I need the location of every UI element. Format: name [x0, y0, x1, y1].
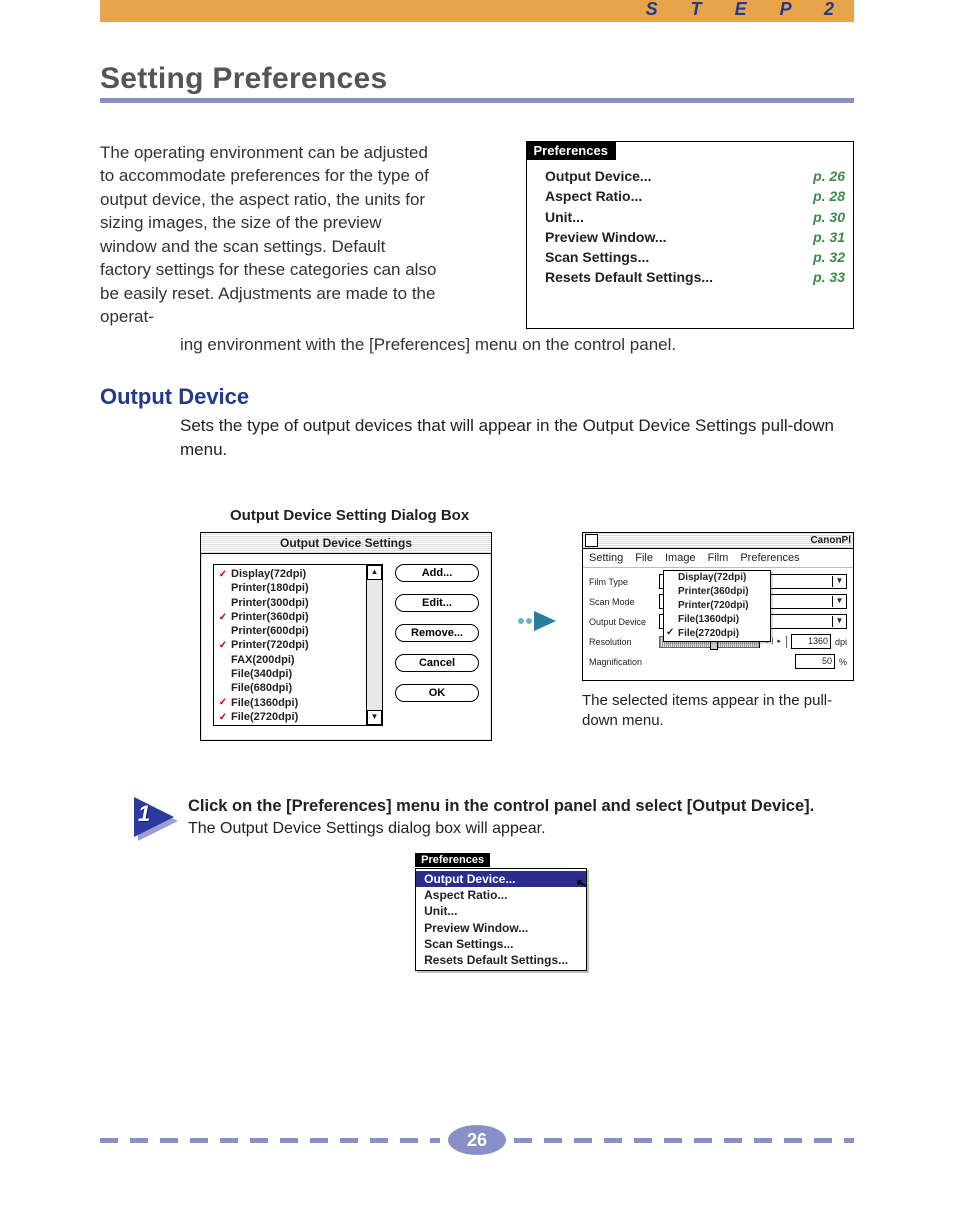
preferences-index-box: Preferences Output Device...p. 26Aspect … [526, 141, 854, 329]
device-list-item[interactable]: File(680dpi) [218, 681, 362, 695]
close-icon[interactable] [585, 534, 598, 547]
menu-item[interactable]: Film [708, 552, 729, 564]
output-device-heading: Output Device [100, 384, 854, 410]
device-list-item[interactable]: Printer(600dpi) [218, 624, 362, 638]
preferences-index-tab: Preferences [526, 141, 616, 160]
intro-paragraph-cont: ing environment with the [Preferences] m… [180, 333, 854, 356]
cancel-button[interactable]: Cancel [395, 654, 479, 672]
device-list-item[interactable]: File(340dpi) [218, 667, 362, 681]
remove-button[interactable]: Remove... [395, 624, 479, 642]
pref-index-item[interactable]: Preview Window...p. 31 [545, 227, 845, 247]
footer-dashes [100, 1138, 440, 1143]
dropdown-option[interactable]: File(2720dpi) [664, 627, 770, 641]
scan-mode-label: Scan Mode [589, 597, 655, 607]
chevron-down-icon: ▼ [832, 616, 846, 627]
preferences-menu-tab: Preferences [415, 853, 490, 867]
footer-dashes [514, 1138, 854, 1143]
magnification-label: Magnification [589, 657, 655, 667]
magnification-unit: % [839, 657, 847, 667]
scrollbar[interactable]: ▲ ▼ [366, 565, 382, 725]
device-list-item[interactable]: Printer(300dpi) [218, 596, 362, 610]
panel-caption: The selected items appear in the pull-do… [582, 691, 852, 732]
menu-item[interactable]: Preferences [740, 552, 799, 564]
step-number: 1 [138, 801, 150, 827]
device-list-item[interactable]: ✓Printer(720dpi) [218, 638, 362, 652]
pref-index-item[interactable]: Output Device...p. 26 [545, 166, 845, 186]
chevron-down-icon: ▼ [832, 576, 846, 587]
app-name: CanonPl [810, 535, 851, 546]
dialog-title: Output Device Settings [201, 533, 491, 554]
resolution-value[interactable]: 1360 [791, 634, 831, 649]
pref-index-item[interactable]: Aspect Ratio...p. 28 [545, 186, 845, 206]
intro-paragraph: The operating environment can be adjuste… [100, 141, 440, 329]
pref-index-item[interactable]: Resets Default Settings...p. 33 [545, 267, 845, 287]
menu-item[interactable]: Image [665, 552, 696, 564]
device-list-item[interactable]: ✓Display(72dpi) [218, 567, 362, 581]
device-list-item[interactable]: ✓File(1360dpi) [218, 696, 362, 710]
scroll-down-icon[interactable]: ▼ [367, 710, 382, 725]
footer: 26 [100, 1124, 854, 1156]
device-list-item[interactable]: Printer(180dpi) [218, 581, 362, 595]
output-device-para: Sets the type of output devices that wil… [180, 414, 854, 461]
page-number: 26 [448, 1125, 506, 1155]
pref-menu-item[interactable]: Unit... [416, 903, 586, 919]
pref-index-item[interactable]: Scan Settings...p. 32 [545, 247, 845, 267]
pref-menu-item[interactable]: Preview Window... [416, 920, 586, 936]
dropdown-option[interactable]: Display(72dpi) [664, 571, 770, 585]
device-listbox[interactable]: ✓Display(72dpi)Printer(180dpi)Printer(30… [213, 564, 383, 726]
device-list-item[interactable]: ✓File(2720dpi) [218, 710, 362, 724]
pref-index-item[interactable]: Unit...p. 30 [545, 207, 845, 227]
title-rule [100, 98, 854, 103]
add-button[interactable]: Add... [395, 564, 479, 582]
edit-button[interactable]: Edit... [395, 594, 479, 612]
dropdown-option[interactable]: Printer(360dpi) [664, 585, 770, 599]
ok-button[interactable]: OK [395, 684, 479, 702]
magnification-value[interactable]: 50 [795, 654, 835, 669]
menu-item[interactable]: File [635, 552, 653, 564]
resolution-unit: dpi [835, 637, 847, 647]
dropdown-option[interactable]: File(1360dpi) [664, 613, 770, 627]
resolution-label: Resolution [589, 637, 655, 647]
step-instruction: Click on the [Preferences] menu in the c… [188, 797, 814, 815]
dropdown-option[interactable]: Printer(720dpi) [664, 599, 770, 613]
header-bar: S T E P 2 [0, 0, 954, 22]
device-list-item[interactable]: ✓Printer(360dpi) [218, 610, 362, 624]
step-label: S T E P 2 [646, 0, 848, 20]
menu-item[interactable]: Setting [589, 552, 623, 564]
pref-menu-item[interactable]: Resets Default Settings... [416, 952, 586, 968]
pref-menu-item[interactable]: Output Device...↖ [416, 871, 586, 887]
scroll-up-icon[interactable]: ▲ [367, 565, 382, 580]
film-type-label: Film Type [589, 577, 655, 587]
chevron-down-icon: ▼ [832, 596, 846, 607]
preferences-menu-popup: Preferences Output Device...↖Aspect Rati… [415, 868, 587, 971]
output-device-settings-dialog: Output Device Settings ✓Display(72dpi)Pr… [200, 532, 492, 741]
pref-menu-item[interactable]: Scan Settings... [416, 936, 586, 952]
arrow-icon [518, 611, 556, 631]
step-subtext: The Output Device Settings dialog box wi… [188, 820, 814, 838]
control-panel-window: CanonPl SettingFileImageFilmPreferences … [582, 532, 854, 681]
device-list-item[interactable]: FAX(200dpi) [218, 653, 362, 667]
page-title: Setting Preferences [100, 62, 854, 96]
pref-menu-item[interactable]: Aspect Ratio... [416, 887, 586, 903]
output-device-dropdown-popup[interactable]: Display(72dpi)Printer(360dpi)Printer(720… [663, 570, 771, 642]
step-arrow-icon: 1 [134, 797, 174, 837]
dialog-caption: Output Device Setting Dialog Box [230, 507, 954, 524]
output-device-label: Output Device [589, 617, 655, 627]
